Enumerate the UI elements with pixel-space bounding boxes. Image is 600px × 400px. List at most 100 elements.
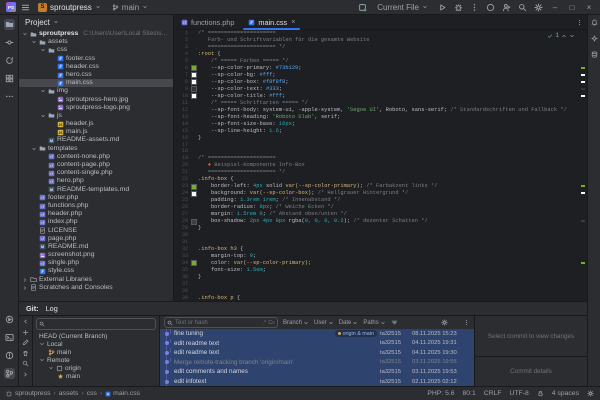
edit-icon[interactable] bbox=[22, 339, 29, 346]
tree-item-main-js[interactable]: JSmain.js bbox=[19, 128, 173, 136]
code-line-11[interactable]: 11 /* ===== Schriftarten ===== */ bbox=[174, 100, 587, 107]
history-tool-icon[interactable] bbox=[4, 55, 15, 66]
filter-user[interactable]: User bbox=[314, 320, 334, 326]
tree-item-content-page-php[interactable]: <?content-page.php bbox=[19, 161, 173, 169]
git-tool-icon[interactable] bbox=[4, 368, 15, 379]
notifications-bell-icon[interactable] bbox=[591, 19, 598, 26]
breadcrumb-css[interactable]: css bbox=[87, 390, 97, 397]
collapse-left-icon[interactable] bbox=[22, 318, 29, 325]
commit-row-2[interactable]: edit readme textta3251504.11.2025 19:31 bbox=[160, 339, 474, 349]
checks-cube-icon[interactable] bbox=[358, 3, 367, 12]
tree-item-scratches-and-consoles[interactable]: Scratches and Consoles bbox=[19, 284, 173, 292]
maximize-button[interactable]: □ bbox=[567, 3, 577, 12]
branch-item-main[interactable]: main bbox=[33, 348, 159, 356]
code-line-9[interactable]: 9 --sp-color-text: #333; bbox=[174, 86, 587, 93]
tree-item-license[interactable]: LICENSE bbox=[19, 227, 173, 235]
code-line-3[interactable]: 3 ===================== */ bbox=[174, 44, 587, 51]
tree-item-header-php[interactable]: <?header.php bbox=[19, 210, 173, 218]
chevron-down-icon[interactable] bbox=[31, 39, 37, 45]
code-line-6[interactable]: 6 --sp-color-primary: #73b129; bbox=[174, 65, 587, 72]
tree-item-footer-css[interactable]: #footer.css bbox=[19, 55, 173, 63]
log-settings-gear-icon[interactable] bbox=[441, 319, 448, 326]
tree-item-sproutpress[interactable]: sproutpressC:\Users\User\Local Sites\spr… bbox=[19, 30, 173, 38]
code-line-18[interactable]: 18 bbox=[174, 148, 587, 155]
search-everywhere-icon[interactable] bbox=[518, 3, 527, 12]
caret-position[interactable]: 80:1 bbox=[463, 390, 476, 397]
sort-icon[interactable] bbox=[391, 319, 398, 326]
code-line-20[interactable]: 20 ♦ Beispiel-Komponente Info-Box bbox=[174, 162, 587, 169]
chevron-right-icon[interactable] bbox=[22, 285, 28, 291]
code-line-22[interactable]: 22.info-box { bbox=[174, 176, 587, 183]
tree-item-screenshot-png[interactable]: screenshot.png bbox=[19, 251, 173, 259]
expand-right-icon[interactable] bbox=[22, 371, 29, 378]
tree-item-index-php[interactable]: <?index.php bbox=[19, 218, 173, 226]
chevron-down-icon[interactable] bbox=[39, 357, 45, 363]
more-actions-icon[interactable] bbox=[470, 3, 479, 12]
file-encoding[interactable]: UTF-8 bbox=[510, 390, 529, 397]
tree-item-hero-php[interactable]: <?hero.php bbox=[19, 177, 173, 185]
branch-item-remote[interactable]: Remote bbox=[33, 356, 159, 364]
commit-tool-icon[interactable] bbox=[4, 37, 15, 48]
code-line-15[interactable]: 15 --sp-line-height: 1.6; bbox=[174, 128, 587, 135]
more-tools-icon[interactable] bbox=[4, 91, 15, 102]
tree-item-style-css[interactable]: #style.css bbox=[19, 267, 173, 275]
add-branch-icon[interactable] bbox=[22, 329, 29, 336]
commit-row-5[interactable]: edit comments and namesta3251503.11.2025… bbox=[160, 367, 474, 377]
breadcrumb-main-css[interactable]: #main.css bbox=[105, 390, 140, 397]
code-line-34[interactable]: 34 color: var(--sp-color-primary); bbox=[174, 260, 587, 267]
delete-icon[interactable] bbox=[22, 350, 29, 357]
tree-item-assets[interactable]: assets bbox=[19, 38, 173, 46]
chevron-down-icon[interactable] bbox=[39, 341, 45, 347]
branch-item-head-current-branch-[interactable]: HEAD (Current Branch) bbox=[33, 332, 159, 340]
tree-item-js[interactable]: js bbox=[19, 112, 173, 120]
code-line-2[interactable]: 2 Farb- und Schriftvariablen für die ges… bbox=[174, 37, 587, 44]
filter-date[interactable]: Date bbox=[339, 320, 359, 326]
code-line-12[interactable]: 12 --sp-font-body: system-ui, -apple-sys… bbox=[174, 107, 587, 114]
code-line-1[interactable]: 1/* ===================== bbox=[174, 30, 587, 37]
problems-tool-icon[interactable] bbox=[4, 350, 15, 361]
code-line-25[interactable]: 25 padding: 1.3rem 1rem; /* Innenabstand… bbox=[174, 197, 587, 204]
git-log-tab[interactable]: Log bbox=[46, 304, 58, 313]
line-separator[interactable]: CRLF bbox=[484, 390, 502, 397]
ai-assistant-icon[interactable] bbox=[591, 35, 598, 42]
chevron-up-icon[interactable] bbox=[561, 33, 567, 39]
code-line-31[interactable]: 31 bbox=[174, 239, 587, 246]
code-line-28[interactable]: 28 box-shadow: 2px 4px 8px rgba(0, 0, 0,… bbox=[174, 218, 587, 225]
main-menu-icon[interactable] bbox=[21, 3, 30, 12]
chevron-down-icon[interactable] bbox=[48, 365, 54, 371]
branch-widget[interactable]: main bbox=[109, 2, 151, 13]
close-button[interactable]: × bbox=[584, 3, 594, 12]
commit-row-6[interactable]: edit infotextta3251502.11.2025 02:12 bbox=[160, 377, 474, 386]
tree-item-functions-php[interactable]: <?functions.php bbox=[19, 202, 173, 210]
code-line-5[interactable]: 5 /* ===== Farben ===== */ bbox=[174, 58, 587, 65]
chevron-down-icon[interactable] bbox=[40, 113, 46, 119]
commit-row-4[interactable]: Merge remote-tracking branch 'origin/mai… bbox=[160, 358, 474, 368]
editor-tab-main-css[interactable]: #main.css× bbox=[241, 15, 302, 29]
tree-item-page-php[interactable]: <?page.php bbox=[19, 235, 173, 243]
debug-button[interactable] bbox=[454, 3, 463, 12]
settings-gear-icon[interactable] bbox=[534, 3, 543, 12]
chevron-down-icon[interactable] bbox=[569, 33, 575, 39]
code-line-16[interactable]: 16} bbox=[174, 135, 587, 142]
more-options-icon[interactable] bbox=[463, 319, 470, 326]
code-line-23[interactable]: 23 border-left: 4px solid var(--sp-color… bbox=[174, 183, 587, 190]
tree-item-single-php[interactable]: <?single.php bbox=[19, 259, 173, 267]
project-tool-icon[interactable] bbox=[4, 19, 15, 30]
search-icon[interactable] bbox=[22, 360, 29, 367]
code-line-32[interactable]: 32.info-box h3 { bbox=[174, 246, 587, 253]
tree-item-sproutpress-hero-jpg[interactable]: sproutpress-hero.jpg bbox=[19, 96, 173, 104]
code-line-37[interactable]: 37 bbox=[174, 281, 587, 288]
tree-item-footer-php[interactable]: <?footer.php bbox=[19, 194, 173, 202]
tree-item-main-css[interactable]: #main.css bbox=[19, 79, 173, 87]
code-line-36[interactable]: 36} bbox=[174, 274, 587, 281]
status-settings-gear-icon[interactable] bbox=[587, 390, 594, 397]
branch-search-field[interactable] bbox=[36, 318, 156, 330]
tree-item-img[interactable]: img bbox=[19, 87, 173, 95]
tree-item-readme-templates-md[interactable]: MREADME-templates.md bbox=[19, 186, 173, 194]
branch-item-main[interactable]: main bbox=[33, 372, 159, 380]
code-line-33[interactable]: 33 margin-top: 0; bbox=[174, 253, 587, 260]
run-tool-icon[interactable] bbox=[4, 314, 15, 325]
tree-item-sproutpress-logo-png[interactable]: sproutpress-logo.png bbox=[19, 104, 173, 112]
chevron-down-icon[interactable] bbox=[40, 47, 46, 53]
code-line-4[interactable]: 4:root { bbox=[174, 51, 587, 58]
